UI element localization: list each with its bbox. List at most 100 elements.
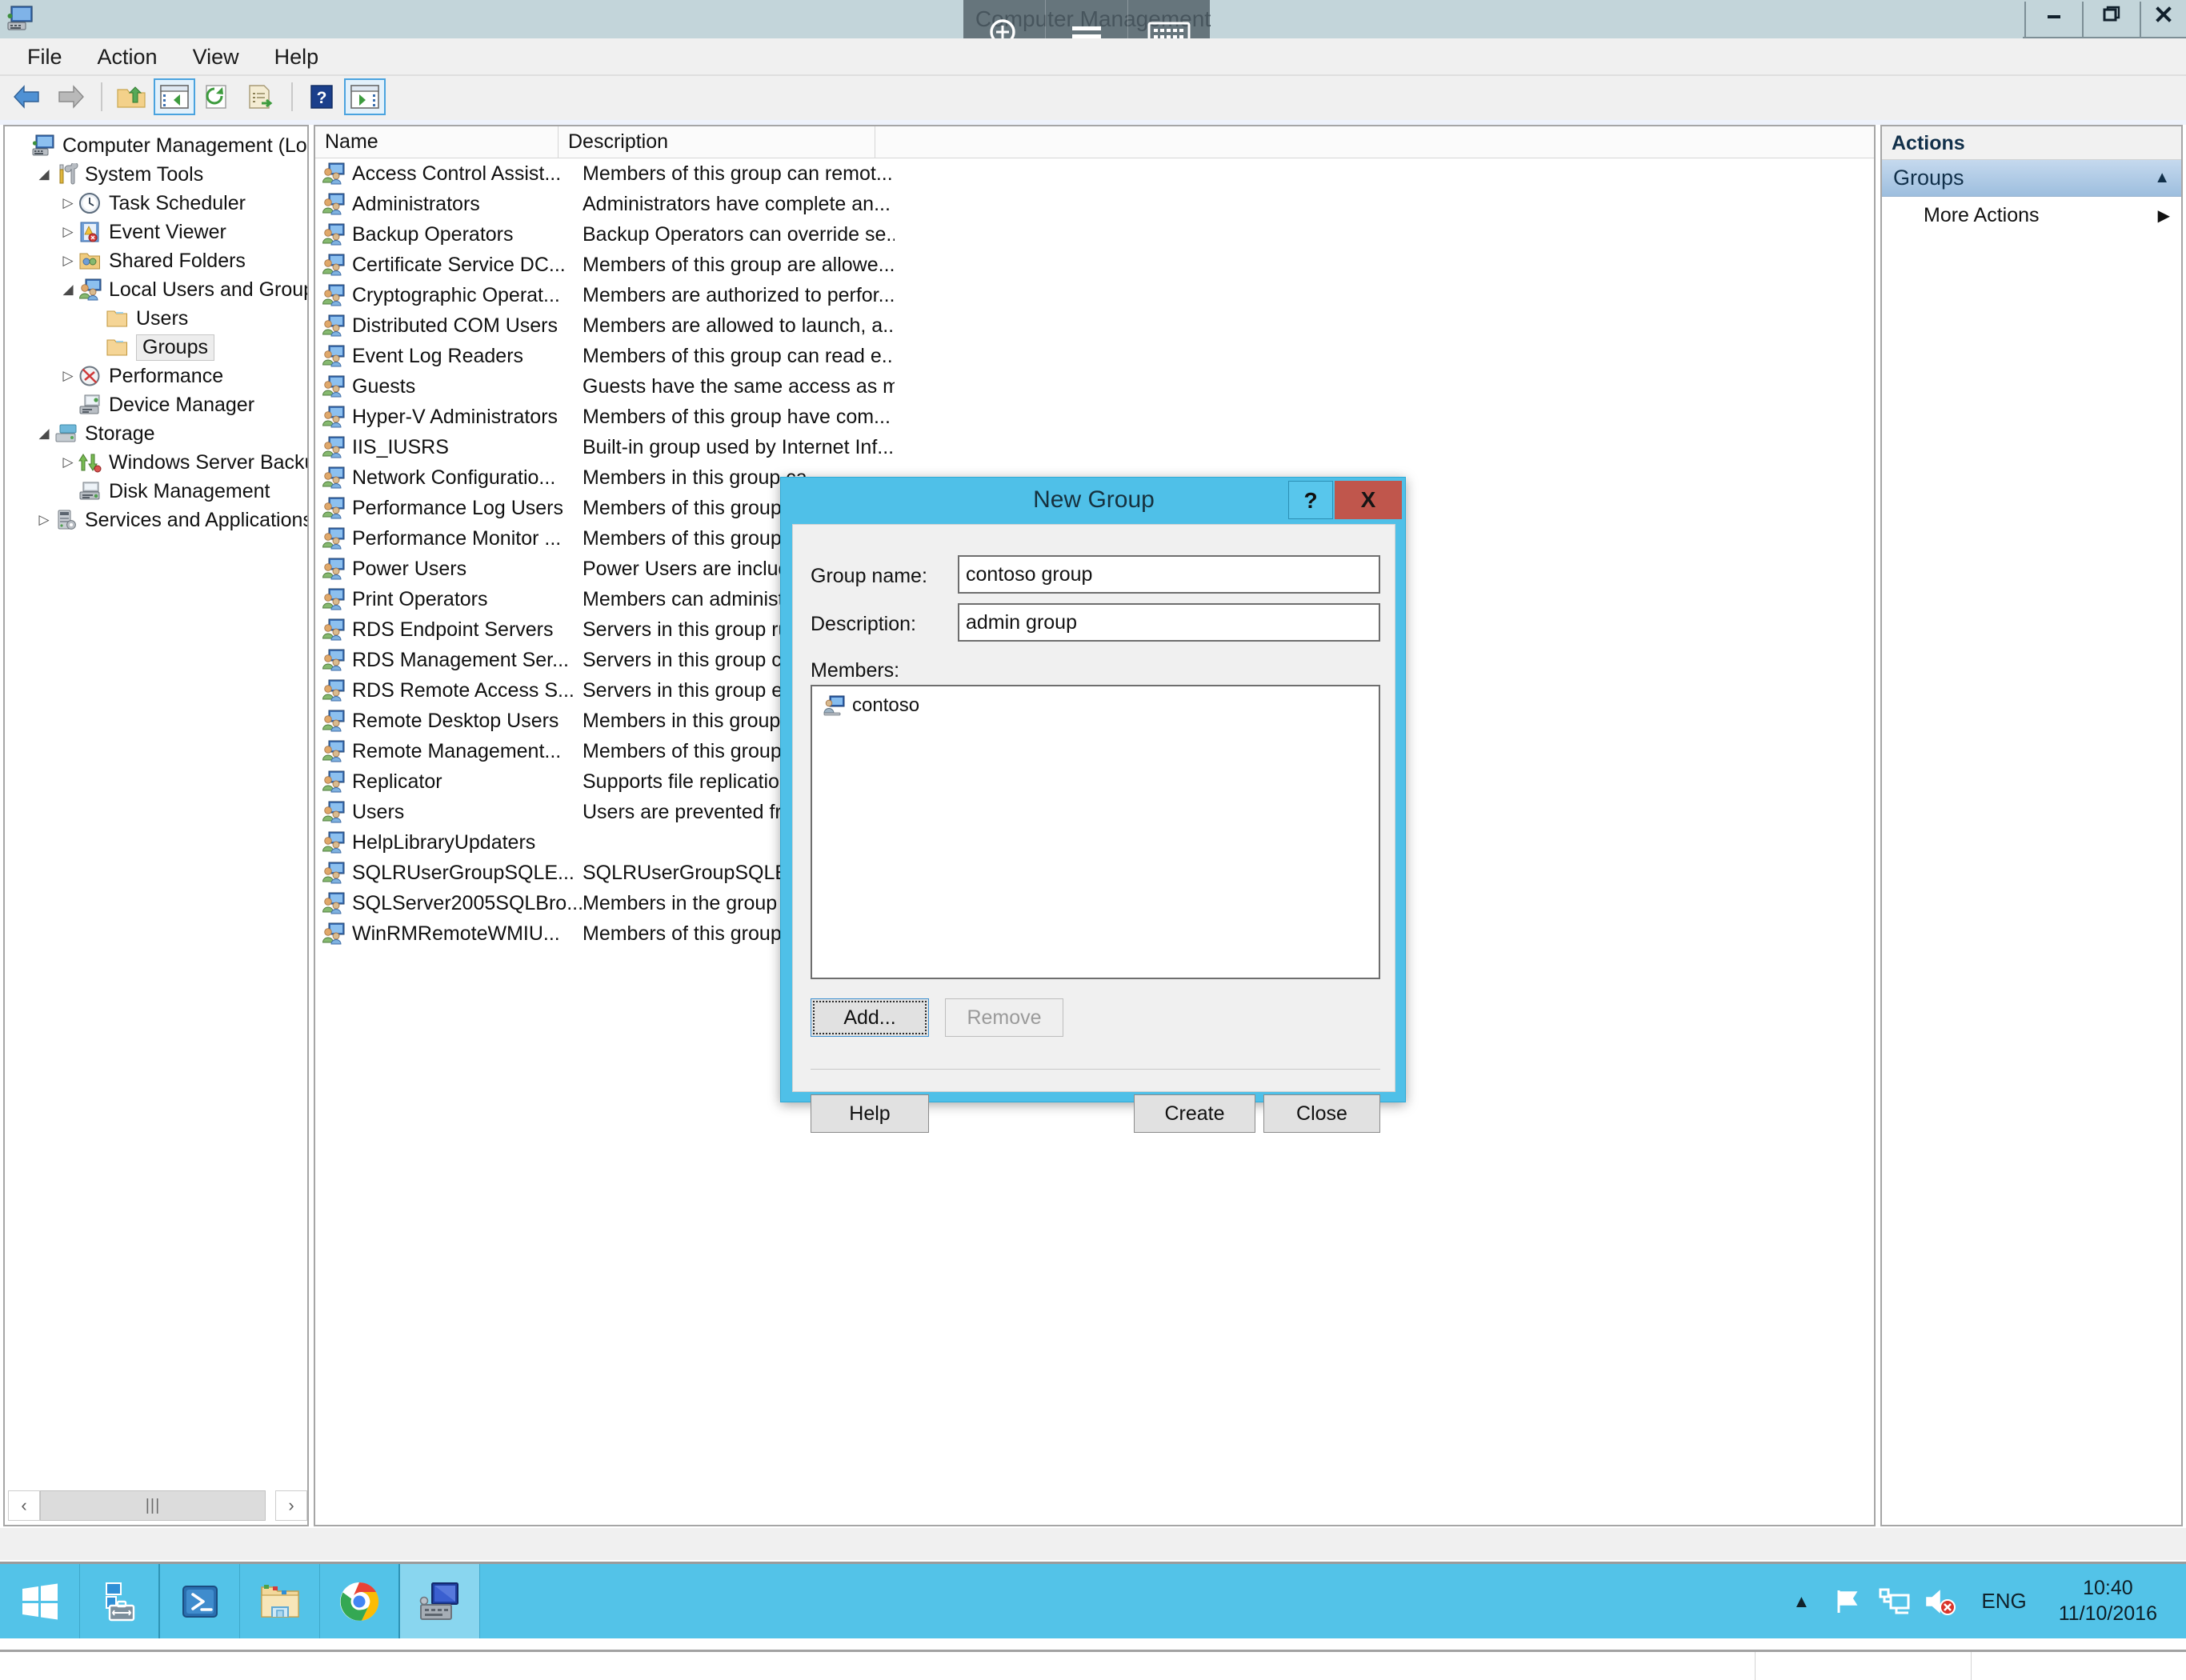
group-description: Members of this group can read e...: [583, 345, 895, 368]
add-button[interactable]: Add...: [811, 998, 929, 1037]
menu-help[interactable]: Help: [258, 42, 335, 73]
scroll-thumb[interactable]: |||: [40, 1490, 266, 1521]
maximize-button[interactable]: [2082, 2, 2140, 37]
help-button[interactable]: Help: [811, 1094, 929, 1133]
group-name-label: Group name:: [811, 565, 927, 588]
group-description: Administrators have complete an...: [583, 193, 895, 216]
user-computer-icon: [823, 695, 846, 716]
tree-node-device-manager[interactable]: Device Manager: [8, 390, 307, 419]
show-action-pane-button[interactable]: [344, 78, 386, 115]
tree-collapsed-arrow-icon[interactable]: ▷: [58, 253, 78, 269]
table-row[interactable]: Distributed COM UsersMembers are allowed…: [315, 310, 1876, 341]
tree-node-disk-management[interactable]: Disk Management: [8, 477, 307, 506]
clock[interactable]: 10:40 11/10/2016: [2044, 1563, 2172, 1640]
tree-node-computer-management[interactable]: Computer Management (Local: [8, 131, 307, 160]
back-button[interactable]: [6, 78, 48, 115]
table-row[interactable]: Access Control Assist...Members of this …: [315, 158, 1876, 189]
table-row[interactable]: Event Log ReadersMembers of this group c…: [315, 341, 1876, 371]
scroll-left-button[interactable]: ‹: [8, 1490, 40, 1521]
tree-expanded-arrow-icon[interactable]: ◢: [58, 282, 78, 298]
table-row[interactable]: AdministratorsAdministrators have comple…: [315, 189, 1876, 219]
group-icon: [322, 618, 346, 641]
table-row[interactable]: GuestsGuests have the same access as m..…: [315, 371, 1876, 402]
network-button[interactable]: [1871, 1563, 1917, 1640]
tree-collapsed-arrow-icon[interactable]: ▷: [58, 454, 78, 470]
create-button[interactable]: Create: [1134, 1094, 1255, 1133]
tree-node-local-users-and-groups[interactable]: ◢ Local Users and Groups: [8, 275, 307, 304]
tree-node-users[interactable]: Users: [8, 304, 307, 333]
menu-file[interactable]: File: [11, 42, 78, 73]
tree-node-shared-folders[interactable]: ▷ Shared Folders: [8, 246, 307, 275]
actions-item-more-actions[interactable]: More Actions ▶: [1882, 197, 2181, 234]
action-center-button[interactable]: [1824, 1563, 1871, 1640]
refresh-button[interactable]: [197, 78, 238, 115]
clock-time: 10:40: [2059, 1576, 2157, 1601]
scroll-track[interactable]: |||: [40, 1490, 275, 1521]
show-hide-tree-button[interactable]: [154, 78, 195, 115]
tree-node-storage[interactable]: ◢ Storage: [8, 419, 307, 448]
table-row[interactable]: Hyper-V AdministratorsMembers of this gr…: [315, 402, 1876, 432]
export-list-button[interactable]: [240, 78, 282, 115]
volume-button[interactable]: [1917, 1563, 1964, 1640]
close-button[interactable]: Close: [1263, 1094, 1380, 1133]
start-button[interactable]: [0, 1564, 80, 1638]
tree-expanded-arrow-icon[interactable]: ◢: [34, 426, 54, 442]
close-button[interactable]: [2140, 2, 2186, 37]
group-description: Backup Operators can override se...: [583, 223, 895, 246]
tree-collapsed-arrow-icon[interactable]: ▷: [58, 195, 78, 211]
tree-collapsed-arrow-icon[interactable]: ▷: [34, 512, 54, 528]
menu-action[interactable]: Action: [82, 42, 174, 73]
table-row[interactable]: Certificate Service DC...Members of this…: [315, 250, 1876, 280]
members-list[interactable]: contoso: [811, 685, 1380, 979]
tree-node-task-scheduler[interactable]: ▷ Task Scheduler: [8, 189, 307, 218]
group-icon: [322, 436, 346, 458]
tree-node-label: Event Viewer: [109, 221, 231, 244]
tree-node-performance[interactable]: ▷ Performance: [8, 362, 307, 390]
tree-collapsed-arrow-icon[interactable]: ▷: [58, 368, 78, 384]
console-tree-pane[interactable]: Computer Management (Local ◢ System Tool…: [3, 125, 309, 1526]
taskbar-file-explorer[interactable]: [240, 1564, 320, 1638]
minimize-button[interactable]: [2024, 2, 2082, 37]
forward-button[interactable]: [50, 78, 91, 115]
tree-collapsed-arrow-icon[interactable]: ▷: [58, 224, 78, 240]
group-description: Members of this group have com...: [583, 406, 895, 429]
group-icon: [322, 710, 346, 732]
help-toolbar-button[interactable]: ?: [301, 78, 342, 115]
group-name: Cryptographic Operat...: [352, 284, 583, 307]
column-header-description[interactable]: Description: [559, 126, 875, 158]
taskbar-server-manager[interactable]: [80, 1564, 160, 1638]
group-description: Built-in group used by Internet Inf...: [583, 436, 895, 459]
tree-node-services-and-applications[interactable]: ▷ Services and Applications: [8, 506, 307, 534]
language-indicator[interactable]: ENG: [1964, 1563, 2044, 1640]
tree-node-windows-server-backup[interactable]: ▷ Windows Server Backup: [8, 448, 307, 477]
actions-group-header[interactable]: Groups ▲: [1882, 160, 2181, 197]
table-row[interactable]: Cryptographic Operat...Members are autho…: [315, 280, 1876, 310]
remove-button[interactable]: Remove: [945, 998, 1063, 1037]
table-row[interactable]: IIS_IUSRSBuilt-in group used by Internet…: [315, 432, 1876, 462]
tree-node-event-viewer[interactable]: ▷ Event Viewer: [8, 218, 307, 246]
show-hidden-icons-button[interactable]: ▲: [1778, 1563, 1824, 1640]
up-folder-button[interactable]: [110, 78, 152, 115]
table-row[interactable]: Backup OperatorsBackup Operators can ove…: [315, 219, 1876, 250]
taskbar-google-chrome[interactable]: [320, 1564, 400, 1638]
list-item[interactable]: contoso: [812, 691, 1379, 720]
group-name-input[interactable]: [958, 555, 1380, 594]
group-name: Distributed COM Users: [352, 314, 583, 338]
column-header-name[interactable]: Name: [315, 126, 559, 158]
group-description: Members of this group can remot...: [583, 162, 895, 186]
tree-node-system-tools[interactable]: ◢ System Tools: [8, 160, 307, 189]
dialog-close-button[interactable]: X: [1335, 481, 1402, 519]
chevron-up-icon[interactable]: ▲: [2154, 169, 2170, 187]
tree-horizontal-scrollbar[interactable]: ‹ ||| ›: [8, 1490, 307, 1522]
taskbar-computer-management[interactable]: [400, 1564, 480, 1638]
group-icon: [322, 314, 346, 337]
menu-view[interactable]: View: [177, 42, 255, 73]
scroll-right-button[interactable]: ›: [275, 1490, 307, 1521]
actions-group-label: Groups: [1893, 166, 2154, 190]
description-input[interactable]: [958, 603, 1380, 642]
dialog-help-button[interactable]: ?: [1288, 481, 1333, 519]
tree-expanded-arrow-icon[interactable]: ◢: [34, 166, 54, 182]
tree-node-groups[interactable]: Groups: [8, 333, 307, 362]
toolbar-separator-2: [291, 82, 293, 111]
taskbar-powershell[interactable]: [160, 1564, 240, 1638]
